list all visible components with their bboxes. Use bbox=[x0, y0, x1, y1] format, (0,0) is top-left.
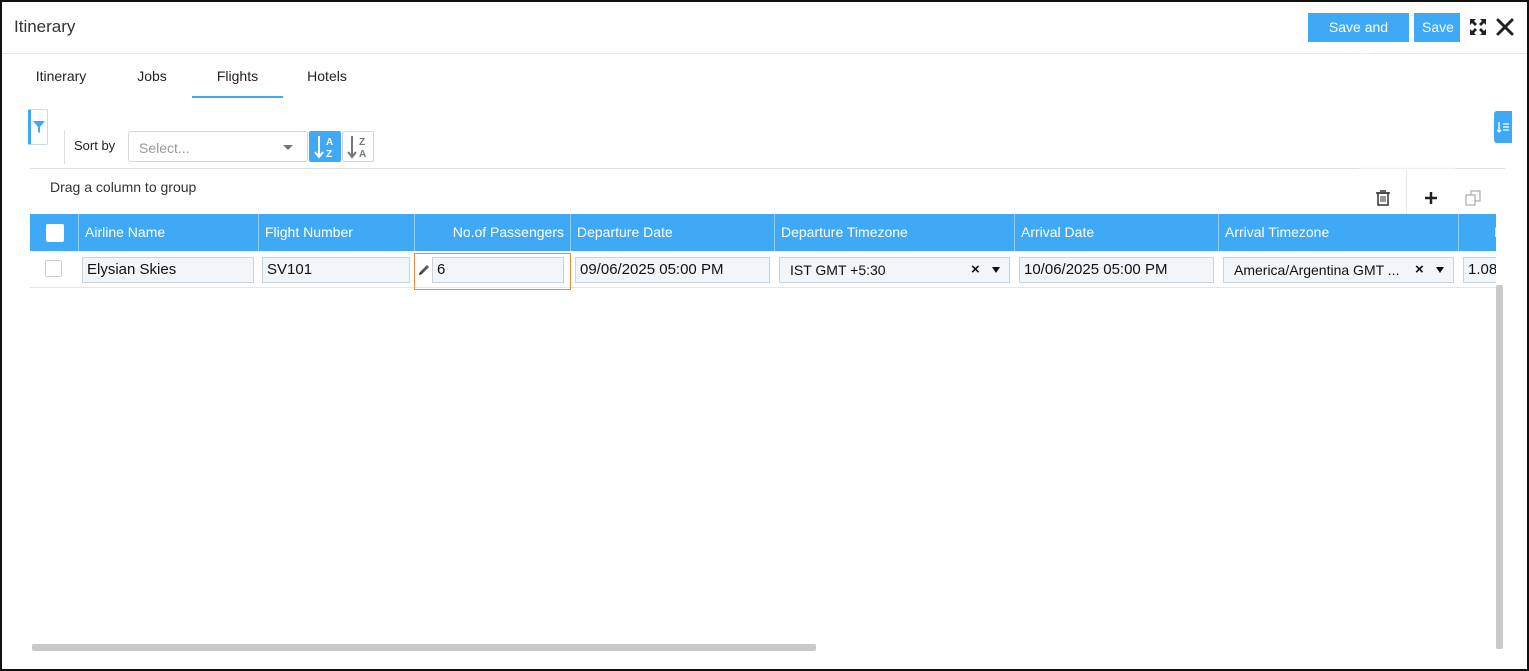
arrival-timezone-value: America/Argentina GMT ... bbox=[1234, 262, 1400, 278]
grid-actions-separator bbox=[1406, 170, 1407, 214]
departure-timezone-select[interactable]: IST GMT +5:30 × bbox=[779, 257, 1010, 283]
itinerary-dialog: Itinerary Save and Exit Save Itinerary J… bbox=[0, 0, 1529, 671]
arrival-date-input[interactable]: 10/06/2025 05:00 PM bbox=[1019, 257, 1214, 283]
chevron-down-icon bbox=[283, 145, 293, 150]
column-chooser-button[interactable] bbox=[1494, 111, 1512, 143]
column-header-airline-name[interactable]: Airline Name bbox=[79, 214, 259, 251]
close-icon[interactable] bbox=[1494, 16, 1516, 38]
column-header-arrival-date[interactable]: Arrival Date bbox=[1015, 214, 1219, 251]
filter-icon bbox=[33, 121, 45, 133]
svg-text:A: A bbox=[326, 137, 333, 148]
column-header-passengers[interactable]: No.of Passengers bbox=[415, 214, 571, 251]
save-button[interactable]: Save bbox=[1414, 13, 1460, 42]
select-all-checkbox[interactable] bbox=[46, 224, 64, 242]
group-panel-hint: Drag a column to group bbox=[50, 179, 197, 195]
svg-text:Z: Z bbox=[326, 149, 332, 160]
column-chooser-icon bbox=[1497, 122, 1509, 133]
dialog-title: Itinerary bbox=[14, 17, 76, 36]
table-row[interactable]: Elysian Skies SV101 6 09/06/2025 05:00 P… bbox=[30, 251, 1496, 290]
dropdown-arrow-icon[interactable] bbox=[992, 267, 1000, 273]
filter-button[interactable] bbox=[28, 109, 48, 145]
maximize-icon[interactable] bbox=[1468, 17, 1488, 37]
sort-ascending-icon: A Z bbox=[314, 136, 333, 160]
airline-name-input[interactable]: Elysian Skies bbox=[82, 257, 254, 283]
group-panel-divider bbox=[30, 168, 1505, 169]
clear-icon[interactable]: × bbox=[971, 258, 980, 282]
svg-text:Z: Z bbox=[359, 137, 365, 148]
title-bar: Itinerary Save and Exit Save bbox=[2, 2, 1527, 64]
flight-number-input[interactable]: SV101 bbox=[262, 257, 410, 283]
plus-icon[interactable] bbox=[1416, 183, 1446, 213]
sort-ascending-button[interactable]: A Z bbox=[309, 131, 341, 162]
duration-input[interactable]: 1.08 3 bbox=[1463, 257, 1496, 283]
flights-grid: Airline Name Flight Number No.of Passeng… bbox=[30, 214, 1496, 646]
row-checkbox[interactable] bbox=[45, 260, 62, 277]
sort-by-select[interactable]: Select... bbox=[128, 131, 308, 162]
select-all-cell bbox=[30, 214, 79, 251]
grid-actions-border bbox=[1359, 168, 1455, 169]
pencil-icon bbox=[419, 265, 429, 275]
toolbar-divider bbox=[64, 130, 65, 164]
vertical-scrollbar[interactable] bbox=[1496, 285, 1503, 649]
clear-icon[interactable]: × bbox=[1415, 258, 1424, 282]
save-and-exit-button[interactable]: Save and Exit bbox=[1308, 13, 1409, 64]
copy-icon[interactable] bbox=[1458, 183, 1488, 213]
column-header-departure-timezone[interactable]: Departure Timezone bbox=[775, 214, 1015, 251]
sort-descending-button[interactable]: Z A bbox=[342, 131, 374, 162]
arrival-timezone-select[interactable]: America/Argentina GMT ... × bbox=[1223, 257, 1454, 283]
dropdown-arrow-icon[interactable] bbox=[1436, 267, 1444, 273]
departure-date-input[interactable]: 09/06/2025 05:00 PM bbox=[575, 257, 770, 283]
departure-timezone-value: IST GMT +5:30 bbox=[790, 262, 886, 278]
grid-header: Airline Name Flight Number No.of Passeng… bbox=[30, 214, 1496, 251]
column-header-arrival-timezone[interactable]: Arrival Timezone bbox=[1219, 214, 1459, 251]
sort-by-label: Sort by bbox=[74, 138, 116, 153]
svg-text:A: A bbox=[359, 149, 366, 160]
tab-flights[interactable]: Flights bbox=[192, 58, 283, 98]
column-header-departure-date[interactable]: Departure Date bbox=[571, 214, 775, 251]
column-header-flight-number[interactable]: Flight Number bbox=[259, 214, 415, 251]
sort-descending-icon: Z A bbox=[347, 136, 366, 160]
passengers-input[interactable]: 6 bbox=[432, 257, 564, 283]
tab-hotels[interactable]: Hotels bbox=[288, 58, 366, 98]
horizontal-scrollbar[interactable] bbox=[32, 644, 816, 651]
column-header-duration[interactable]: Du bbox=[1459, 214, 1496, 251]
tab-jobs[interactable]: Jobs bbox=[114, 58, 190, 98]
trash-icon[interactable] bbox=[1368, 183, 1398, 213]
sort-by-placeholder: Select... bbox=[139, 140, 190, 156]
tab-itinerary[interactable]: Itinerary bbox=[20, 58, 102, 98]
